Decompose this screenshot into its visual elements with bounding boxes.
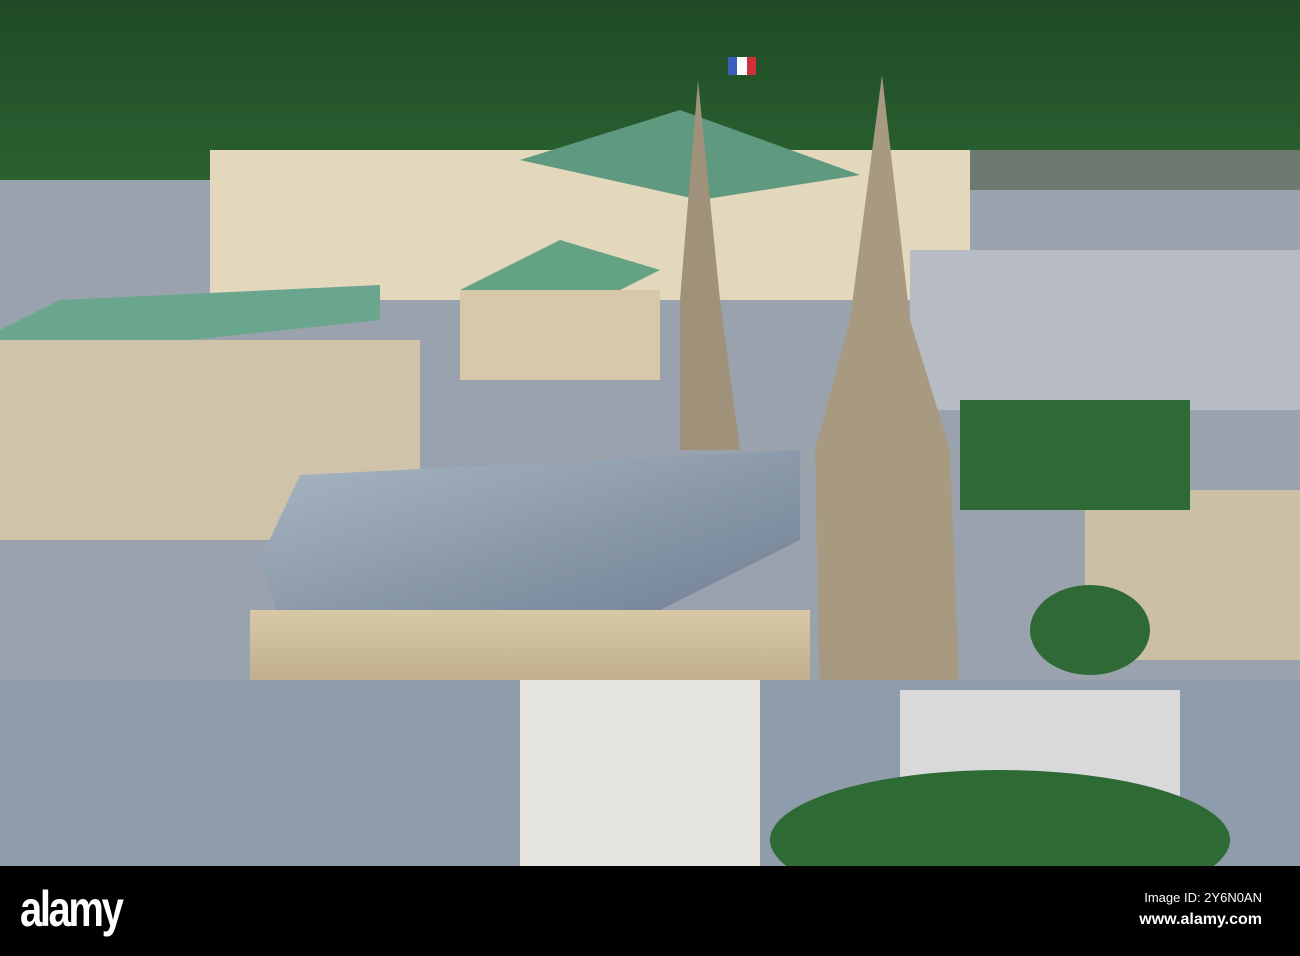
right-buildings [910,250,1300,410]
foreground-white-buildings [520,680,760,866]
paris-church-aerial-photo [0,0,1300,866]
image-id: Image ID: 2Y6N0AN [1144,890,1262,905]
portico [460,290,660,380]
right-tree [1030,585,1150,675]
flag-red [747,57,756,75]
right-trees [960,400,1190,510]
watermark-bar: alamy Image ID: 2Y6N0AN www.alamy.com [0,866,1300,956]
site-url: www.alamy.com [1139,911,1262,928]
flag-white [737,57,747,75]
watermark-meta: Image ID: 2Y6N0AN www.alamy.com [1139,890,1262,929]
alamy-logo: alamy [20,881,124,937]
